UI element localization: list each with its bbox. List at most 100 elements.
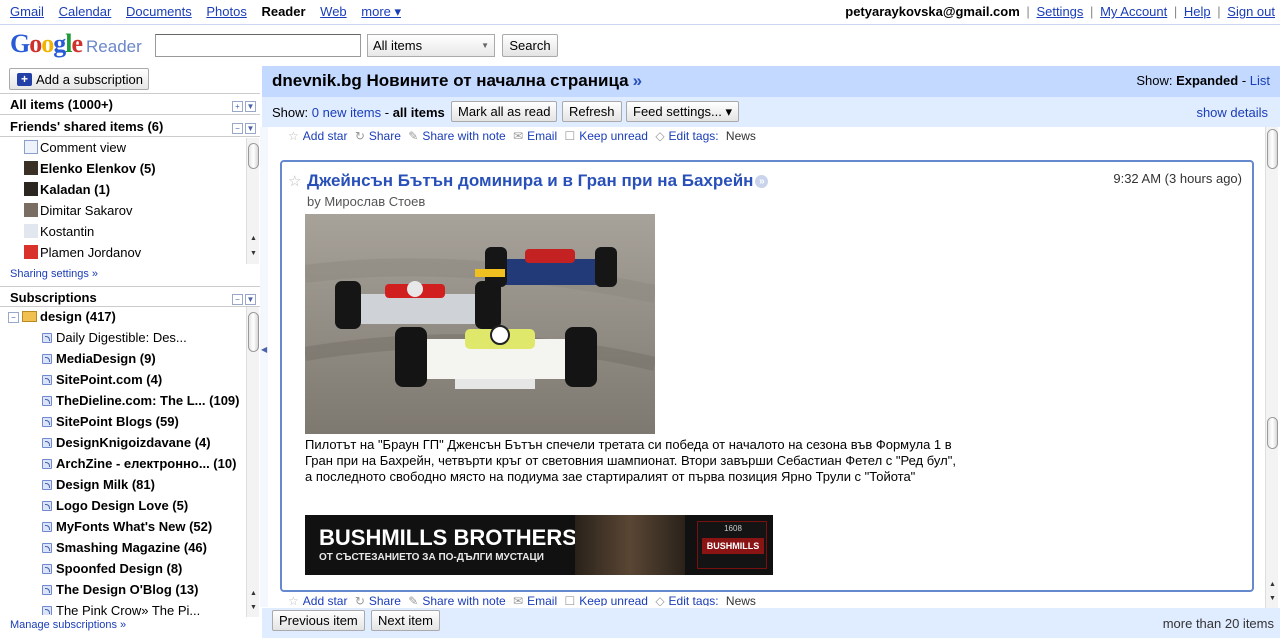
scroll-down-icon[interactable]: ▼ <box>247 604 260 615</box>
feed-item[interactable]: SitePoint.com (4) <box>42 370 162 390</box>
expand-icon[interactable]: + <box>232 101 243 112</box>
help-link[interactable]: Help <box>1184 4 1211 19</box>
product-nav: Gmail Calendar Documents Photos Reader W… <box>10 4 412 20</box>
add-star-link[interactable]: Add star <box>303 594 348 606</box>
checkbox-icon[interactable]: ☐ <box>564 129 575 143</box>
share-link[interactable]: Share <box>369 594 401 606</box>
search-scope-select[interactable]: All items ▼ <box>367 34 495 57</box>
nav-calendar[interactable]: Calendar <box>59 4 112 19</box>
scroll-down-icon[interactable]: ▼ <box>1266 595 1279 606</box>
feed-item[interactable]: MyFonts What's New (52) <box>42 517 212 537</box>
email-link[interactable]: Email <box>527 594 557 606</box>
feed-item[interactable]: Daily Digestible: Des... <box>42 328 187 348</box>
open-link-icon[interactable]: » <box>755 175 769 188</box>
scrollbar-thumb-position[interactable] <box>1267 417 1278 449</box>
manage-subscriptions-link[interactable]: Manage subscriptions » <box>10 619 126 631</box>
scroll-up-icon[interactable]: ▲ <box>247 235 260 246</box>
friend-item-dimitar[interactable]: Dimitar Sakarov <box>24 201 132 221</box>
friends-scrollbar[interactable]: ▲ ▼ <box>246 138 259 264</box>
feed-item[interactable]: ArchZine - електронно... (10) <box>42 454 236 474</box>
google-reader-logo[interactable]: Google Reader <box>10 29 142 61</box>
nav-documents[interactable]: Documents <box>126 4 192 19</box>
share-with-note-link[interactable]: Share with note <box>422 129 505 143</box>
entries-scrollbar[interactable]: ▲ ▼ <box>1265 127 1278 608</box>
nav-photos[interactable]: Photos <box>206 4 246 19</box>
collapse-icon[interactable]: − <box>8 312 19 323</box>
sidebar-collapse-bar[interactable]: ◀ <box>260 127 268 607</box>
subscriptions-header[interactable]: Subscriptions − ▼ <box>0 286 260 307</box>
feed-settings-button[interactable]: Feed settings... ▾ <box>626 101 740 122</box>
share-link[interactable]: Share <box>369 129 401 143</box>
checkbox-icon[interactable]: ☐ <box>564 594 575 606</box>
next-item-button[interactable]: Next item <box>371 610 440 631</box>
view-list-link[interactable]: List <box>1250 73 1270 88</box>
feed-title[interactable]: dnevnik.bg Новините от начална страница» <box>272 71 642 91</box>
feed-item[interactable]: SitePoint Blogs (59) <box>42 412 179 432</box>
chevron-down-icon[interactable]: ▼ <box>245 294 256 305</box>
scroll-down-icon[interactable]: ▼ <box>247 250 260 261</box>
friend-item-comment-view[interactable]: Comment view <box>24 138 126 158</box>
search-button[interactable]: Search <box>502 34 558 57</box>
scrollbar-thumb[interactable] <box>1267 129 1278 169</box>
feed-item[interactable]: Smashing Magazine (46) <box>42 538 207 558</box>
refresh-button[interactable]: Refresh <box>562 101 622 122</box>
feed-item[interactable]: MediaDesign (9) <box>42 349 156 369</box>
new-items-link[interactable]: 0 new items <box>312 105 381 120</box>
collapse-icon[interactable]: − <box>232 123 243 134</box>
friend-label: Kostantin <box>40 224 95 239</box>
entry-card[interactable]: ☆ Джейнсън Бътън доминира и в Гран при н… <box>280 160 1254 592</box>
keep-unread-link[interactable]: Keep unread <box>579 129 648 143</box>
friend-item-kaladan[interactable]: Kaladan (1) <box>24 180 110 200</box>
nav-more[interactable]: more ▾ <box>361 4 401 19</box>
feed-item[interactable]: TheDieline.com: The L... (109) <box>42 391 239 411</box>
share-with-note-link[interactable]: Share with note <box>422 594 505 606</box>
email-link[interactable]: Email <box>527 129 557 143</box>
google-bar: Gmail Calendar Documents Photos Reader W… <box>0 0 1280 24</box>
scroll-up-icon[interactable]: ▲ <box>247 590 260 601</box>
entry-ad-banner[interactable]: BUSHMILLS BROTHERS ОТ СЪСТЕЗАНИЕТО ЗА ПО… <box>305 515 773 575</box>
chevron-down-icon[interactable]: ▼ <box>245 101 256 112</box>
add-star-link[interactable]: Add star <box>303 129 348 143</box>
feed-item[interactable]: The Pink Crow» The Pi... <box>42 601 200 615</box>
nav-web[interactable]: Web <box>320 4 347 19</box>
nav-gmail[interactable]: Gmail <box>10 4 44 19</box>
chevron-down-icon[interactable]: ▼ <box>245 123 256 134</box>
previous-item-button[interactable]: Previous item <box>272 610 365 631</box>
add-subscription-button[interactable]: + Add a subscription <box>9 68 149 90</box>
friends-shared-header[interactable]: Friends' shared items (6) − ▼ <box>0 116 260 137</box>
collapse-icon[interactable]: − <box>232 294 243 305</box>
feed-item[interactable]: Logo Design Love (5) <box>42 496 188 516</box>
scrollbar-thumb[interactable] <box>248 143 259 169</box>
friends-controls: − ▼ <box>230 119 256 134</box>
subscriptions-scrollbar[interactable]: ▲ ▼ <box>246 307 259 617</box>
sign-out-link[interactable]: Sign out <box>1227 4 1275 19</box>
my-account-link[interactable]: My Account <box>1100 4 1167 19</box>
entry-title-link[interactable]: Джейнсън Бътън доминира и в Гран при на … <box>307 171 753 190</box>
feed-item[interactable]: Spoonfed Design (8) <box>42 559 182 579</box>
friend-item-kostantin[interactable]: Kostantin <box>24 222 94 242</box>
folder-design[interactable]: − design (417) <box>8 307 116 327</box>
entry-title[interactable]: Джейнсън Бътън доминира и в Гран при на … <box>307 171 769 191</box>
edit-tags-link[interactable]: Edit tags: <box>669 129 719 143</box>
scroll-up-icon[interactable]: ▲ <box>1266 581 1279 592</box>
feed-item[interactable]: The Design O'Blog (13) <box>42 580 199 600</box>
friend-item-plamen[interactable]: Plamen Jordanov <box>24 243 141 263</box>
star-icon[interactable]: ☆ <box>288 172 301 190</box>
settings-link[interactable]: Settings <box>1036 4 1083 19</box>
scrollbar-thumb[interactable] <box>248 312 259 352</box>
email-icon: ✉ <box>513 594 524 606</box>
friend-item-elenko[interactable]: Elenko Elenkov (5) <box>24 159 156 179</box>
keep-unread-link[interactable]: Keep unread <box>579 594 648 606</box>
show-details-link[interactable]: show details <box>1196 105 1268 120</box>
feed-item[interactable]: DesignKnigoizdavane (4) <box>42 433 211 453</box>
feed-label: Logo Design Love (5) <box>56 498 189 513</box>
feed-title-arrow[interactable]: » <box>633 71 642 90</box>
search-input[interactable] <box>155 34 361 57</box>
sharing-settings-link[interactable]: Sharing settings » <box>10 268 98 280</box>
edit-tags-link[interactable]: Edit tags: <box>669 594 719 606</box>
star-icon[interactable]: ☆ <box>288 594 299 606</box>
feed-item[interactable]: Design Milk (81) <box>42 475 155 495</box>
star-icon[interactable]: ☆ <box>288 129 299 143</box>
all-items-link[interactable]: All items (1000+) + ▼ <box>0 94 260 115</box>
mark-all-read-button[interactable]: Mark all as read <box>451 101 558 122</box>
